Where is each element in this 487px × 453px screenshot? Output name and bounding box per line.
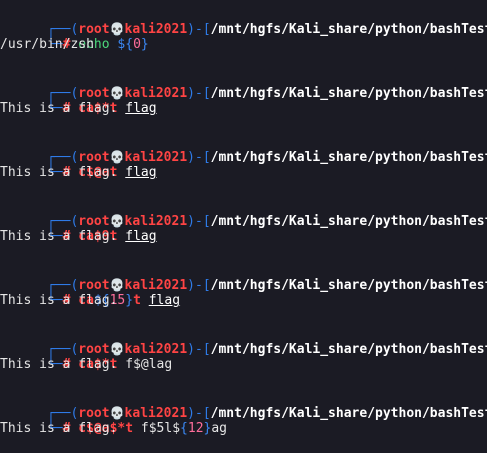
command-output: This is a flag. — [0, 421, 118, 436]
command-output: This is a flag. — [0, 293, 118, 308]
prompt-line: ┌──(root💀kali2021)-[/mnt/hgfs/Kali_share… — [0, 69, 487, 101]
command-line: └─# ca$9t flag — [46, 229, 157, 244]
command-output: This is a flag. — [0, 101, 118, 116]
command-line: └─# c$@at flag — [46, 165, 157, 180]
prompt-line: ┌──(root💀kali2021)-[/mnt/hgfs/Kali_share… — [0, 325, 487, 357]
prompt-line: ┌──(root💀kali2021)-[/mnt/hgfs/Kali_share… — [0, 5, 487, 37]
prompt-path: /mnt/hgfs/Kali_share/python/bashTest — [210, 22, 487, 37]
command-line: └─# ca${15}t flag — [46, 293, 181, 308]
prompt-path: /mnt/hgfs/Kali_share/python/bashTest — [210, 278, 487, 293]
prompt-path: /mnt/hgfs/Kali_share/python/bashTest — [210, 406, 487, 421]
command-output: This is a flag. — [0, 165, 118, 180]
command-line: └─# ca$*t flag — [46, 101, 157, 116]
command-output: This is a flag. — [0, 357, 118, 372]
terminal-window[interactable]: ┌──(root💀kali2021)-[/mnt/hgfs/Kali_share… — [0, 0, 487, 444]
prompt-path: /mnt/hgfs/Kali_share/python/bashTest — [210, 86, 487, 101]
command-output: This is a flag. — [0, 229, 118, 244]
prompt-line: ┌──(root💀kali2021)-[/mnt/hgfs/Kali_share… — [0, 133, 487, 165]
command-output: /usr/bin/zsh — [0, 37, 94, 52]
command-line: └─# ca$*t f$@lag — [46, 357, 173, 372]
prompt-line: ┌──(root💀kali2021)-[/mnt/hgfs/Kali_share… — [0, 261, 487, 293]
command-line: └─# echo ${0} — [46, 37, 149, 52]
command-line: └─# c$@a$*t f$5l${12}ag — [46, 421, 228, 436]
prompt-path: /mnt/hgfs/Kali_share/python/bashTest — [210, 150, 487, 165]
prompt-path: /mnt/hgfs/Kali_share/python/bashTest — [210, 342, 487, 357]
prompt-line: ┌──(root💀kali2021)-[/mnt/hgfs/Kali_share… — [0, 389, 487, 421]
prompt-path: /mnt/hgfs/Kali_share/python/bashTest — [210, 214, 487, 229]
prompt-line: ┌──(root💀kali2021)-[/mnt/hgfs/Kali_share… — [0, 197, 487, 229]
